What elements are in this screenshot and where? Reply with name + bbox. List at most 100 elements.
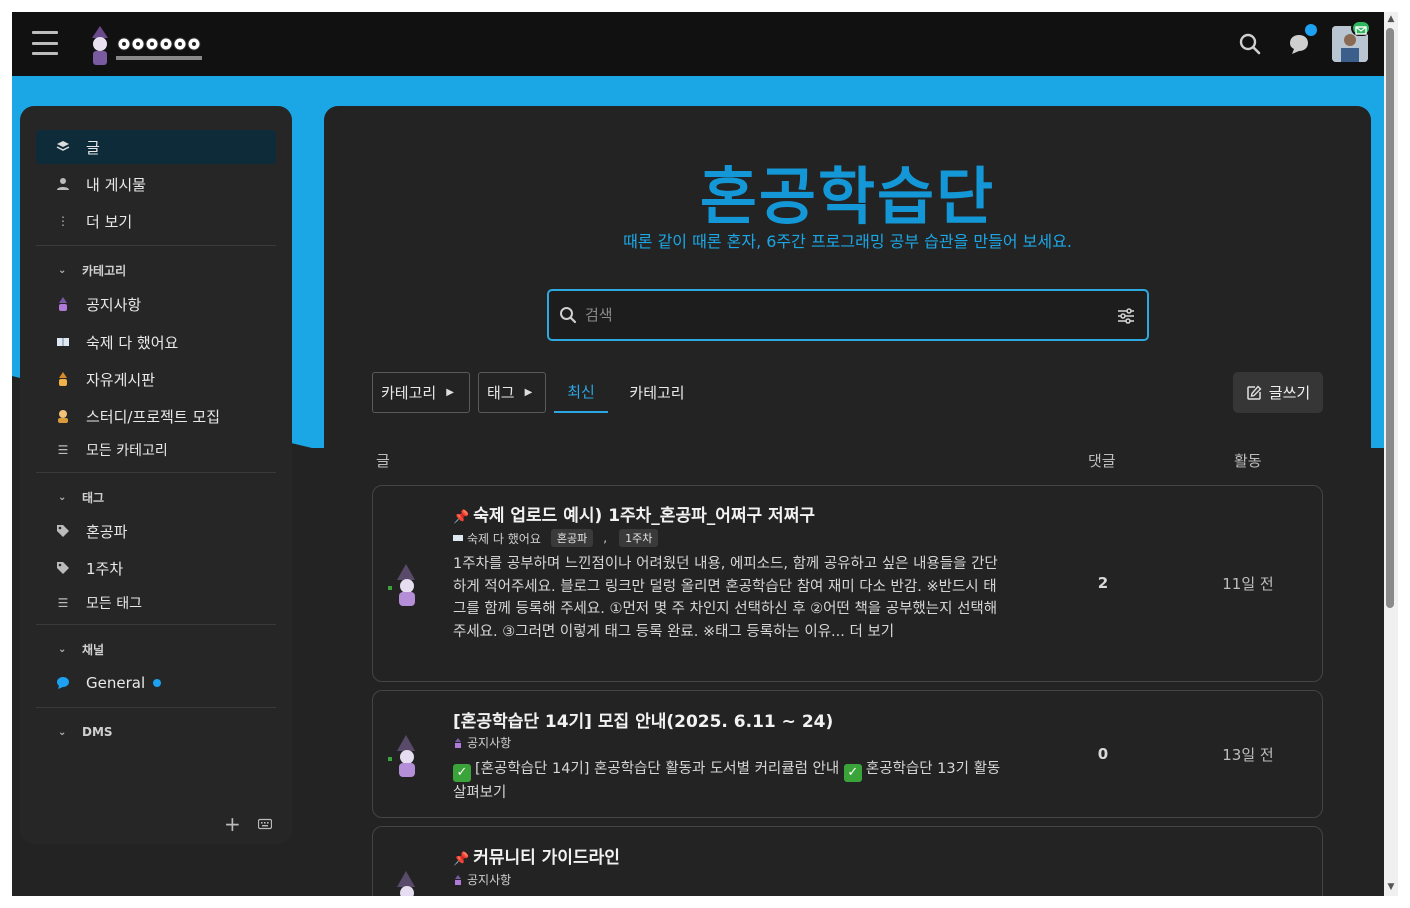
filter-sliders-icon[interactable] <box>1117 307 1135 325</box>
pin-icon: 📌 <box>453 510 470 525</box>
wizard-icon <box>56 297 70 311</box>
honggong-logo-icon[interactable] <box>88 22 210 68</box>
sidebar-item-label: 모든 태그 <box>86 596 142 612</box>
sidebar-item-notice[interactable]: 공지사항 <box>36 287 276 321</box>
topic-title[interactable]: 📌 숙제 업로드 예시) 1주차_혼공파_어쩌구 저쩌구 <box>453 501 815 526</box>
sidebar-item-label: 1주차 <box>86 559 124 578</box>
sidebar-item-study-recruit[interactable]: 스터디/프로젝트 모집 <box>36 399 276 433</box>
check-mark-icon: ✓ <box>843 764 862 782</box>
more-vertical-icon: ⋮ <box>57 214 69 228</box>
sidebar-item-label: 공지사항 <box>86 295 142 314</box>
topic-row[interactable]: 📌 커뮤니티 가이드라인 공지사항 <box>372 826 1323 896</box>
column-header-replies[interactable]: 댓글 <box>1088 450 1116 471</box>
reply-count[interactable]: 2 <box>1091 574 1115 592</box>
list-icon: ☰ <box>57 596 69 610</box>
wizard-avatar-icon <box>388 564 415 606</box>
topic-title[interactable]: [혼공학습단 14기] 모집 안내(2025. 6.11 ~ 24) <box>453 707 833 732</box>
sidebar-section-tags[interactable]: ⌄ 태그 <box>36 485 276 509</box>
sidebar-item-more[interactable]: ⋮ 더 보기 <box>36 204 276 238</box>
topic-category[interactable]: 숙제 다 했어요 <box>467 530 541 547</box>
scroll-up-arrow-icon[interactable]: ▲ <box>1386 14 1396 24</box>
reply-count[interactable]: 0 <box>1091 745 1115 763</box>
sidebar-item-label: 혼공파 <box>86 522 128 541</box>
topic-excerpt[interactable]: ✓ [혼공학습단 14기] 혼공학습단 활동과 도서별 커리큘럼 안내 ✓ 혼공학습… <box>453 758 1003 805</box>
sidebar-item-label: 내 게시물 <box>86 175 146 194</box>
search-box[interactable] <box>547 289 1149 341</box>
main-content: 혼공학습단 때론 같이 때론 혼자, 6주간 프로그래밍 공부 습관을 만들어 … <box>324 106 1371 896</box>
sidebar: 글 내 게시물 ⋮ 더 보기 ⌄ 카테고리 공지사항 숙제 다 했어요 자유게시… <box>20 106 292 844</box>
dropdown-label: 카테고리 <box>381 384 437 402</box>
chevron-down-icon: ⌄ <box>58 491 67 503</box>
notification-dot <box>1305 24 1317 36</box>
sidebar-section-categories[interactable]: ⌄ 카테고리 <box>36 258 276 282</box>
new-topic-button[interactable]: 글쓰기 <box>1233 372 1323 413</box>
tag-icon <box>56 524 70 538</box>
topic-category[interactable]: 공지사항 <box>467 871 511 888</box>
dropdown-label: 태그 <box>487 384 515 402</box>
activity-time[interactable]: 13일 전 <box>1213 744 1283 765</box>
edit-icon <box>1247 384 1262 400</box>
hamburger-menu-icon[interactable] <box>32 31 58 55</box>
caret-right-icon: ▶ <box>446 387 454 398</box>
divider <box>36 245 276 246</box>
sidebar-section-channels[interactable]: ⌄ 채널 <box>36 637 276 661</box>
topic-row[interactable]: [혼공학습단 14기] 모집 안내(2025. 6.11 ~ 24) 공지사항 … <box>372 690 1323 818</box>
person-icon <box>56 177 70 191</box>
sidebar-section-dms[interactable]: ⌄ DMS <box>36 720 276 744</box>
check-mark-icon: ✓ <box>453 764 471 782</box>
new-topic-label: 글쓰기 <box>1268 384 1311 402</box>
category-dropdown[interactable]: 카테고리 ▶ <box>372 372 470 413</box>
person-emoji-icon <box>56 409 70 423</box>
tab-latest[interactable]: 최신 <box>554 372 608 413</box>
chat-bubble-icon <box>56 676 70 690</box>
search-icon[interactable] <box>1238 32 1262 56</box>
scroll-down-arrow-icon[interactable]: ▼ <box>1386 882 1396 892</box>
topic-category[interactable]: 공지사항 <box>467 734 511 751</box>
topic-title[interactable]: 📌 커뮤니티 가이드라인 <box>453 843 620 868</box>
wizard-avatar-icon <box>388 735 415 777</box>
tag-dropdown[interactable]: 태그 ▶ <box>478 372 546 413</box>
topic-row[interactable]: 📌 숙제 업로드 예시) 1주차_혼공파_어쩌구 저쩌구 숙제 다 했어요 혼공파… <box>372 485 1323 682</box>
unread-dot <box>153 679 162 687</box>
message-badge-icon <box>1351 20 1371 36</box>
keyboard-icon[interactable] <box>258 818 272 830</box>
wizard-avatar-icon <box>397 871 415 896</box>
chevron-down-icon: ⌄ <box>58 643 67 655</box>
sidebar-item-tag-week1[interactable]: 1주차 <box>36 551 276 585</box>
sidebar-item-homework[interactable]: 숙제 다 했어요 <box>36 325 276 359</box>
column-header-topic[interactable]: 글 <box>376 450 390 471</box>
column-header-activity[interactable]: 활동 <box>1234 450 1262 471</box>
topic-tag[interactable]: 1주차 <box>619 529 659 547</box>
browser-window: 글 내 게시물 ⋮ 더 보기 ⌄ 카테고리 공지사항 숙제 다 했어요 자유게시… <box>12 12 1396 896</box>
activity-time[interactable]: 11일 전 <box>1213 573 1283 594</box>
sidebar-item-all-tags[interactable]: ☰ 모든 태그 <box>36 586 276 620</box>
chevron-down-icon: ⌄ <box>58 264 67 276</box>
sidebar-item-label: 더 보기 <box>86 212 133 231</box>
topic-meta: 공지사항 <box>453 871 511 888</box>
sidebar-item-label: 글 <box>86 138 100 157</box>
book-icon <box>453 535 463 541</box>
tab-categories[interactable]: 카테고리 <box>622 372 692 413</box>
sidebar-item-label: 모든 카테고리 <box>86 443 168 459</box>
section-label: 태그 <box>82 490 105 505</box>
sidebar-item-topics[interactable]: 글 <box>36 130 276 164</box>
pin-icon: 📌 <box>453 852 470 867</box>
sidebar-item-my-posts[interactable]: 내 게시물 <box>36 167 276 201</box>
topic-meta: 공지사항 <box>453 734 511 751</box>
topic-excerpt[interactable]: 1주차를 공부하며 느낀점이나 어려웠던 내용, 에피소드, 함께 공유하고 싶… <box>453 553 1003 643</box>
sidebar-item-free-board[interactable]: 자유게시판 <box>36 362 276 396</box>
chat-icon[interactable] <box>1287 24 1317 56</box>
section-label: 채널 <box>82 642 105 657</box>
sidebar-item-channel-general[interactable]: General <box>36 666 276 700</box>
topic-tag[interactable]: 혼공파 <box>550 529 594 547</box>
add-button[interactable]: + <box>224 812 241 836</box>
tag-icon <box>56 561 70 575</box>
sidebar-item-all-categories[interactable]: ☰ 모든 카테고리 <box>36 433 276 467</box>
sidebar-item-tag-honggongpa[interactable]: 혼공파 <box>36 514 276 548</box>
scrollbar-thumb[interactable] <box>1386 28 1394 608</box>
book-icon <box>56 335 70 349</box>
search-input[interactable] <box>585 306 1105 324</box>
divider <box>36 624 276 625</box>
sidebar-item-label: 자유게시판 <box>86 370 156 389</box>
page-subtitle: 때론 같이 때론 혼자, 6주간 프로그래밍 공부 습관을 만들어 보세요. <box>623 232 1072 251</box>
